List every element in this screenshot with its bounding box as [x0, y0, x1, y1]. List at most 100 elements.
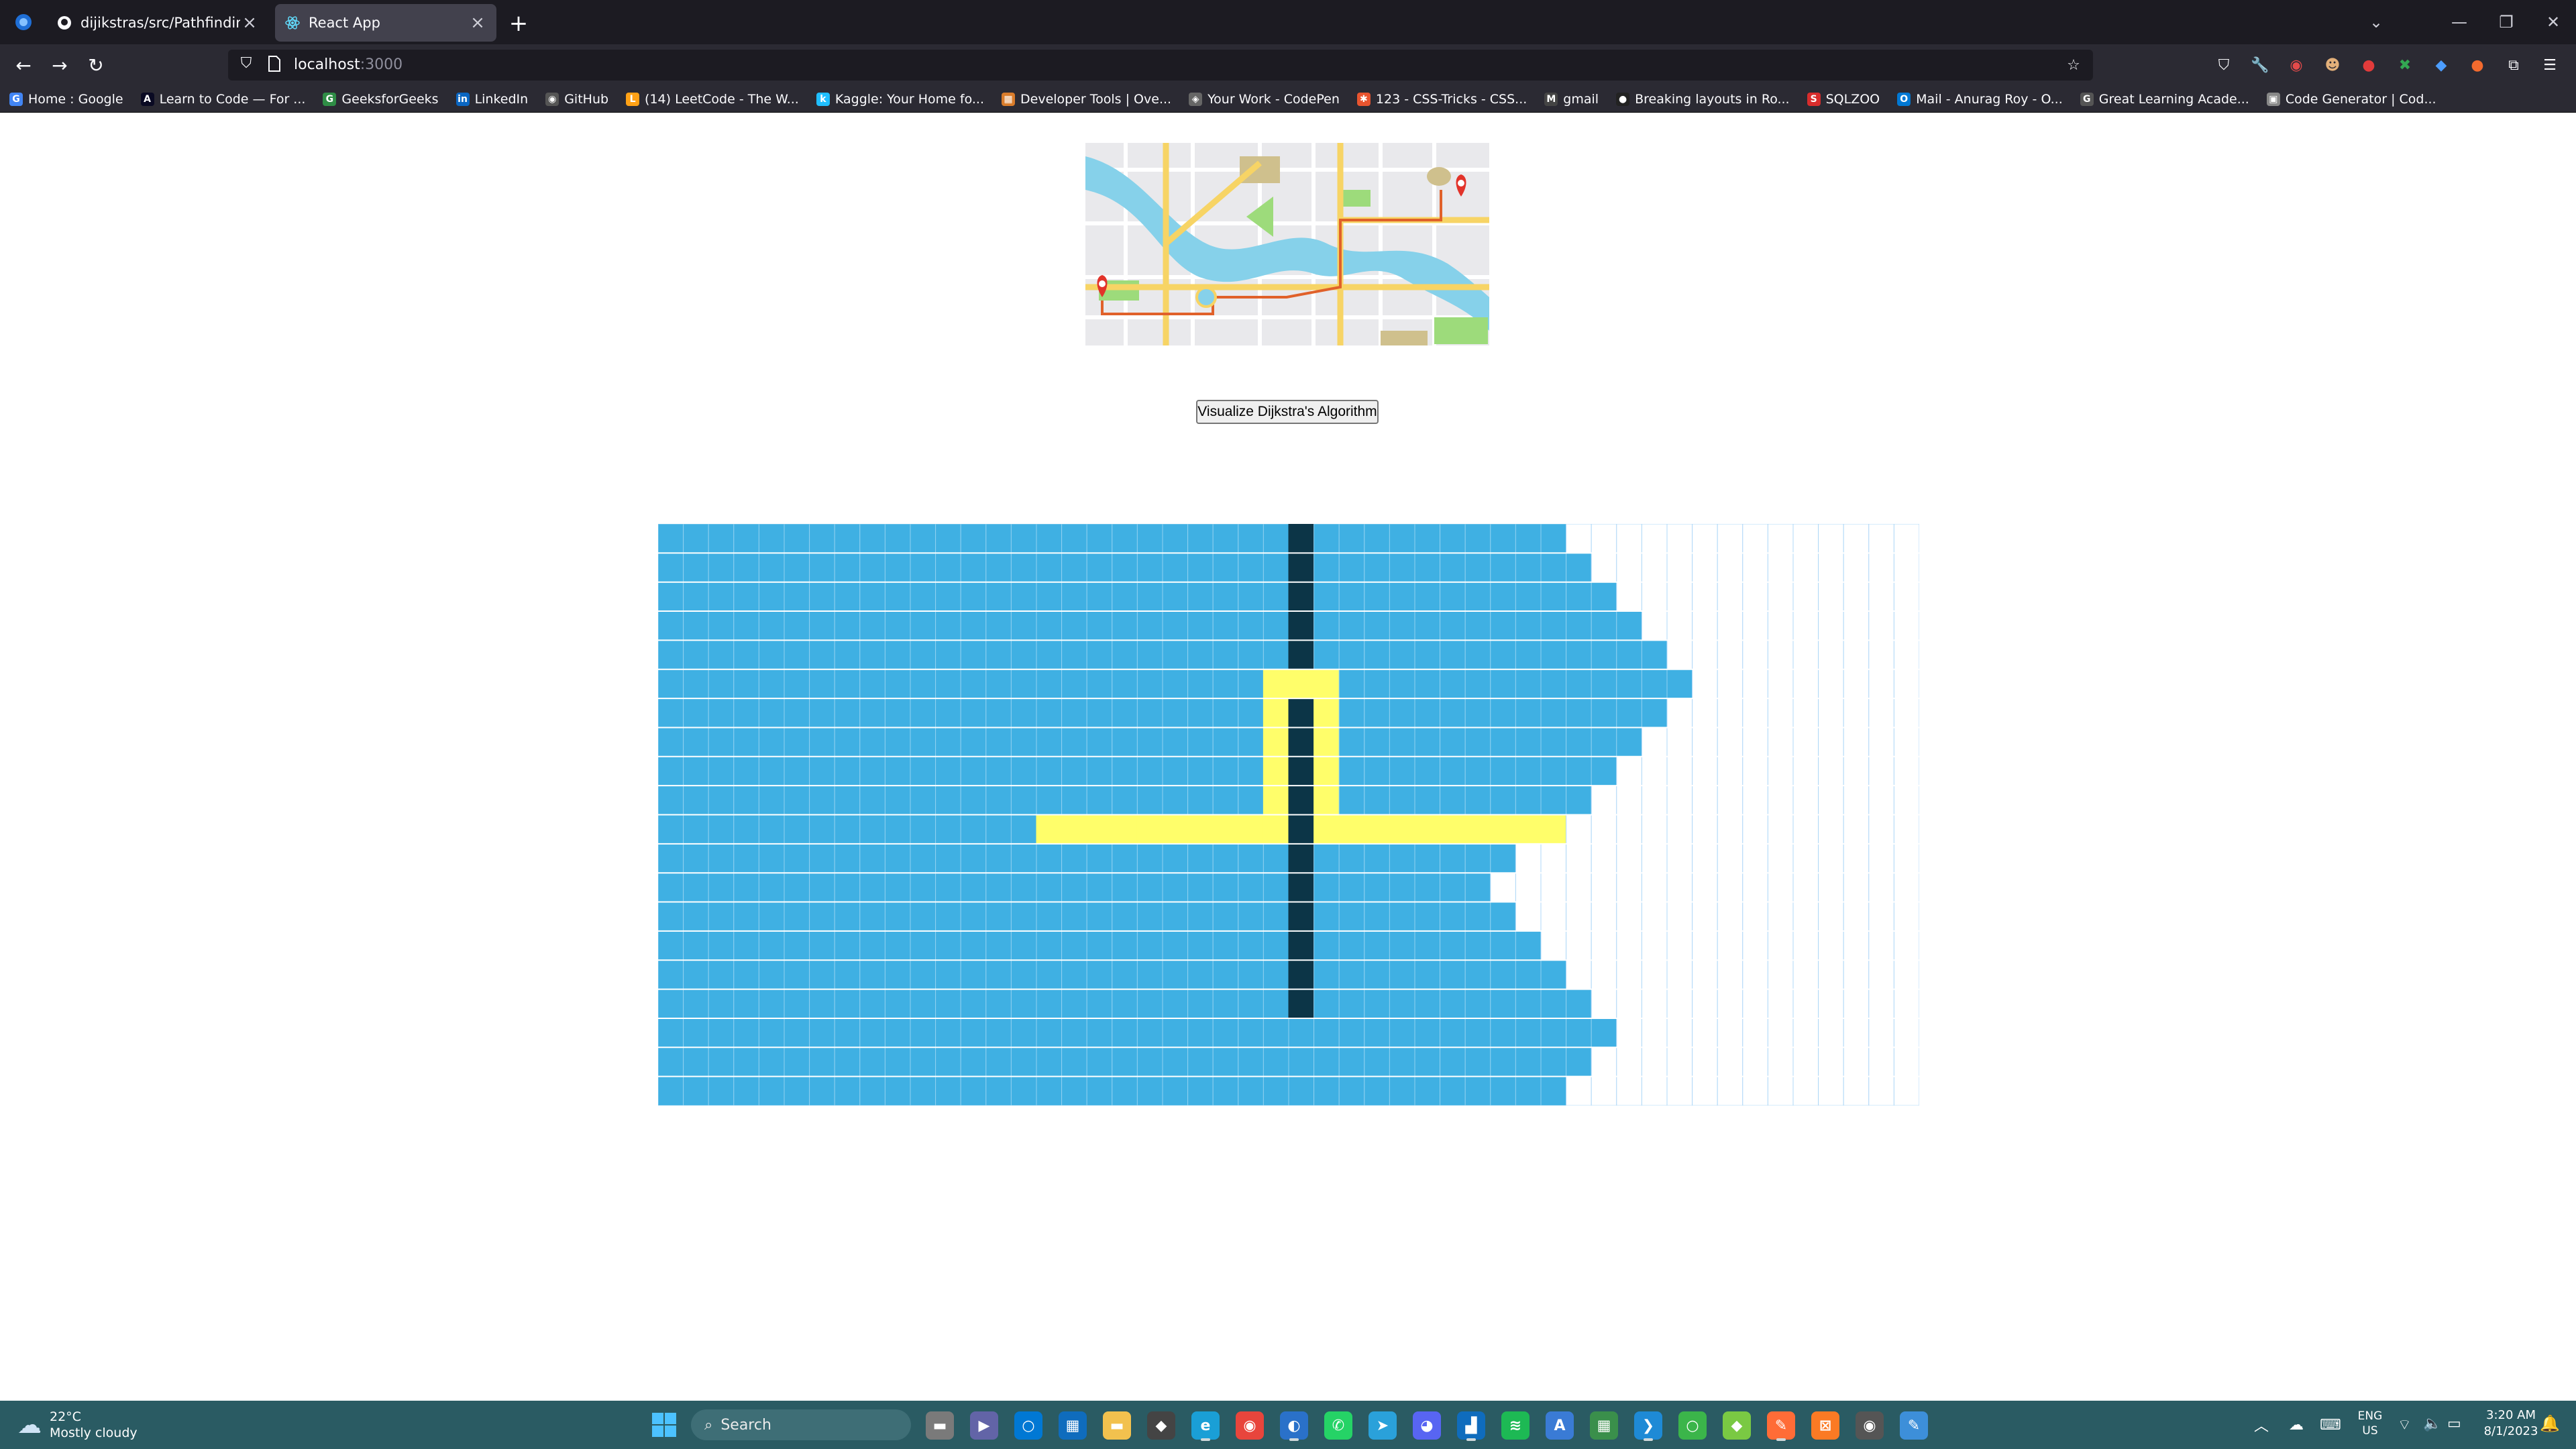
bookmark-item[interactable]: O Mail - Anurag Roy - O... [1897, 92, 2063, 107]
grid-node-visited[interactable] [1086, 1018, 1113, 1048]
grid-node-path[interactable] [1313, 756, 1340, 786]
grid-node-visited[interactable] [1010, 698, 1037, 728]
grid-node-visited[interactable] [1263, 1018, 1289, 1048]
grid-node-empty[interactable] [1692, 872, 1718, 903]
grid-node-path[interactable] [1263, 669, 1289, 699]
grid-node-empty[interactable] [1666, 814, 1693, 845]
grid-node-visited[interactable] [1464, 756, 1491, 786]
grid-node-empty[interactable] [1792, 1018, 1819, 1048]
grid-node-visited[interactable] [1440, 524, 1466, 553]
grid-node-empty[interactable] [1641, 552, 1668, 583]
grid-node-visited[interactable] [1061, 582, 1087, 612]
language-indicator[interactable]: ENG US [2353, 1409, 2387, 1438]
grid-node-visited[interactable] [1112, 698, 1138, 728]
grid-node-visited[interactable] [1086, 582, 1113, 612]
grid-node-visited[interactable] [910, 989, 936, 1019]
grid-node-visited[interactable] [985, 610, 1012, 641]
grid-node-visited[interactable] [1389, 698, 1415, 728]
grid-node-visited[interactable] [1086, 639, 1113, 670]
grid-node-empty[interactable] [1717, 930, 1743, 961]
grid-node-empty[interactable] [1717, 1076, 1743, 1106]
grid-node-visited[interactable] [884, 872, 911, 903]
grid-node-visited[interactable] [1364, 1018, 1390, 1048]
grid-node-visited[interactable] [1061, 552, 1087, 583]
grid-node-visited[interactable] [1414, 930, 1441, 961]
grid-node-empty[interactable] [1893, 756, 1919, 786]
grid-node-visited[interactable] [758, 959, 785, 990]
grid-node-visited[interactable] [708, 698, 735, 728]
grid-node-visited[interactable] [1616, 698, 1642, 728]
grid-node-visited[interactable] [859, 698, 885, 728]
grid-node-wall[interactable] [1288, 698, 1315, 728]
grid-node-visited[interactable] [859, 1018, 885, 1048]
grid-node-visited[interactable] [910, 756, 936, 786]
grid-node-empty[interactable] [1893, 930, 1919, 961]
grid-node-visited[interactable] [1036, 639, 1063, 670]
extension-face-icon[interactable]: ☻ [2320, 52, 2345, 78]
grid-node-visited[interactable] [859, 610, 885, 641]
grid-node-empty[interactable] [1742, 989, 1768, 1019]
grid-node-empty[interactable] [1591, 872, 1617, 903]
grid-node-visited[interactable] [1313, 582, 1340, 612]
grid-node-visited[interactable] [1440, 989, 1466, 1019]
grid-node-empty[interactable] [1893, 989, 1919, 1019]
grid-node-visited[interactable] [834, 639, 861, 670]
grid-node-visited[interactable] [1464, 1046, 1491, 1077]
grid-node-visited[interactable] [708, 756, 735, 786]
show-hidden-icons-icon[interactable]: ︿ [2254, 1414, 2269, 1436]
grid-node-empty[interactable] [1742, 1018, 1768, 1048]
grid-node-visited[interactable] [1540, 698, 1567, 728]
grid-node-visited[interactable] [1540, 989, 1567, 1019]
grid-node-empty[interactable] [1742, 639, 1768, 670]
grid-node-empty[interactable] [1566, 959, 1592, 990]
grid-node-empty[interactable] [1868, 959, 1894, 990]
bookmark-item[interactable]: G Home : Google [9, 92, 123, 107]
grid-node-visited[interactable] [985, 1018, 1012, 1048]
grid-node-empty[interactable] [1540, 872, 1567, 903]
grid-node-visited[interactable] [1036, 785, 1063, 815]
grid-node-visited[interactable] [1338, 1046, 1365, 1077]
grid-node-empty[interactable] [1792, 902, 1819, 932]
grid-node-visited[interactable] [1440, 639, 1466, 670]
grid-node-visited[interactable] [1238, 524, 1264, 553]
grid-node-visited[interactable] [1086, 1046, 1113, 1077]
grid-node-empty[interactable] [1591, 785, 1617, 815]
grid-node-empty[interactable] [1767, 785, 1794, 815]
grid-node-visited[interactable] [1591, 727, 1617, 757]
grid-node-visited[interactable] [1212, 785, 1239, 815]
grid-node-path[interactable] [1440, 814, 1466, 845]
grid-node-visited[interactable] [1414, 785, 1441, 815]
grid-node-visited[interactable] [1136, 989, 1163, 1019]
grid-node-visited[interactable] [1591, 756, 1617, 786]
grid-node-visited[interactable] [658, 756, 684, 786]
grid-node-wall[interactable] [1288, 524, 1315, 553]
grid-node-wall[interactable] [1288, 727, 1315, 757]
grid-node-visited[interactable] [1515, 639, 1542, 670]
grid-node-visited[interactable] [834, 610, 861, 641]
grid-node-visited[interactable] [960, 582, 987, 612]
grid-node-empty[interactable] [1717, 872, 1743, 903]
grid-node-empty[interactable] [1767, 669, 1794, 699]
grid-node-visited[interactable] [1389, 610, 1415, 641]
grid-node-visited[interactable] [1540, 1018, 1567, 1048]
grid-node-visited[interactable] [834, 1076, 861, 1106]
grid-node-visited[interactable] [658, 610, 684, 641]
grid-node-visited[interactable] [683, 582, 709, 612]
grid-node-empty[interactable] [1591, 843, 1617, 873]
grid-node-path[interactable] [1313, 669, 1340, 699]
grid-node-visited[interactable] [884, 1076, 911, 1106]
grid-node-visited[interactable] [910, 1046, 936, 1077]
grid-node-visited[interactable] [1162, 902, 1189, 932]
grid-node-visited[interactable] [1338, 959, 1365, 990]
grid-node-visited[interactable] [1212, 1046, 1239, 1077]
grid-node-empty[interactable] [1641, 843, 1668, 873]
grid-node-visited[interactable] [1036, 1076, 1063, 1106]
grid-node-visited[interactable] [1212, 1076, 1239, 1106]
grid-node-wall[interactable] [1288, 959, 1315, 990]
grid-node-visited[interactable] [859, 814, 885, 845]
grid-node-visited[interactable] [1364, 1076, 1390, 1106]
grid-node-visited[interactable] [1061, 989, 1087, 1019]
grid-node-path[interactable] [1086, 814, 1113, 845]
grid-node-empty[interactable] [1515, 872, 1542, 903]
grid-node-visited[interactable] [1136, 1018, 1163, 1048]
